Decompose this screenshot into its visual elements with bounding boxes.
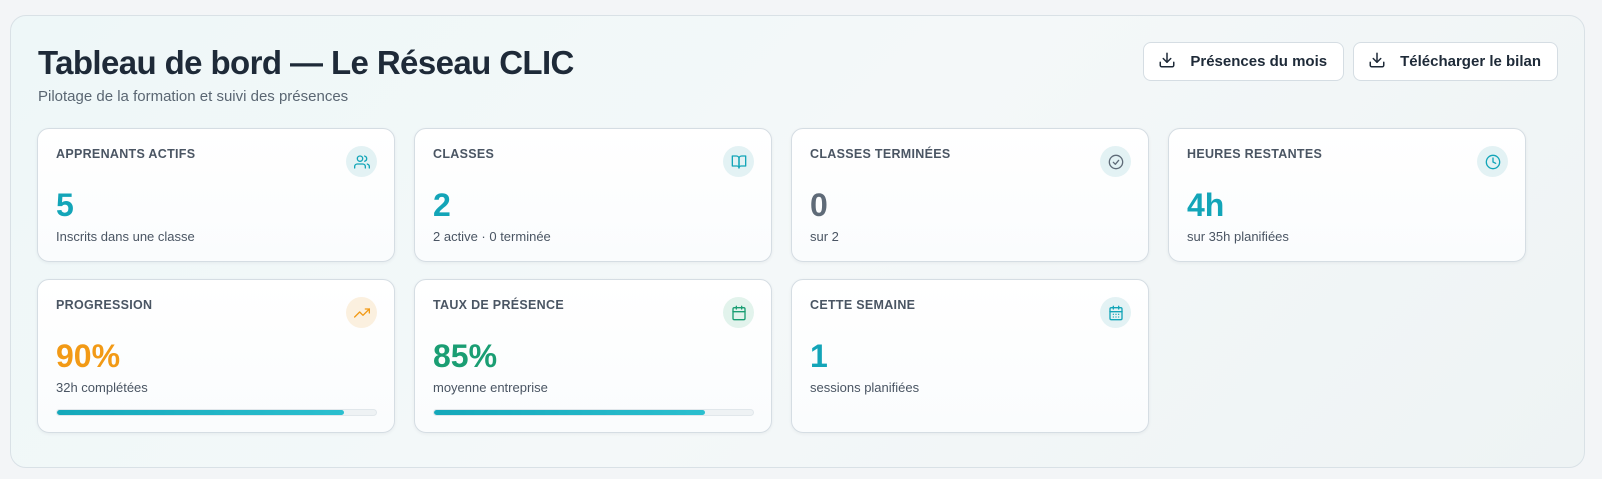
stat-card-classes: CLASSES 2 2 active · 0 terminée	[414, 128, 772, 262]
stat-card-value: 90%	[56, 338, 121, 374]
stat-card-value: 5	[56, 187, 74, 223]
attendance-month-button[interactable]: Présences du mois	[1143, 42, 1345, 81]
stat-card-label: CETTE SEMAINE	[810, 298, 916, 312]
stat-card-label: CLASSES	[433, 147, 495, 161]
stat-card-value: 0	[810, 187, 828, 223]
stat-card-active-learners: APPRENANTS ACTIFS 5 Inscrits dans une cl…	[37, 128, 395, 262]
stat-card-value: 4h	[1187, 187, 1225, 223]
stat-card-description: sur 35h planifiées	[1187, 229, 1289, 244]
stat-card-progression: PROGRESSION 90% 32h complétées	[37, 279, 395, 433]
download-report-label: Télécharger le bilan	[1400, 53, 1541, 70]
dashboard-panel: Tableau de bord — Le Réseau CLIC Pilotag…	[10, 15, 1585, 468]
stat-card-this-week: CETTE SEMAINE 1 sessions planifiées	[791, 279, 1149, 433]
stat-card-label: CLASSES TERMINÉES	[810, 147, 951, 161]
stat-card-description: sur 2	[810, 229, 839, 244]
stat-card-description: 32h complétées	[56, 380, 148, 395]
stat-card-label: PROGRESSION	[56, 298, 153, 312]
download-icon	[1158, 51, 1176, 73]
stat-card-description: moyenne entreprise	[433, 380, 548, 395]
stat-card-label: APPRENANTS ACTIFS	[56, 147, 196, 161]
clock-icon	[1477, 146, 1508, 177]
stat-card-label: HEURES RESTANTES	[1187, 147, 1323, 161]
stat-card-value: 2	[433, 187, 451, 223]
page-header: Tableau de bord — Le Réseau CLIC Pilotag…	[38, 43, 574, 105]
progress-bar	[433, 409, 754, 416]
stat-card-description: Inscrits dans une classe	[56, 229, 195, 244]
page-subtitle: Pilotage de la formation et suivi des pr…	[38, 88, 349, 105]
download-report-button[interactable]: Télécharger le bilan	[1353, 42, 1558, 81]
trending-up-icon	[346, 297, 377, 328]
page-title: Tableau de bord — Le Réseau CLIC	[38, 44, 574, 81]
book-open-icon	[723, 146, 754, 177]
stat-card-value: 1	[810, 338, 828, 374]
stats-grid: APPRENANTS ACTIFS 5 Inscrits dans une cl…	[37, 128, 1526, 433]
stat-card-description: sessions planifiées	[810, 380, 920, 395]
progress-bar	[56, 409, 377, 416]
stat-card-completed-classes: CLASSES TERMINÉES 0 sur 2	[791, 128, 1149, 262]
progress-fill	[434, 410, 706, 415]
header-actions: Présences du mois Télécharger le bilan	[1143, 42, 1558, 81]
check-circle-icon	[1100, 146, 1131, 177]
calendar-check-icon	[723, 297, 754, 328]
stat-card-label: TAUX DE PRÉSENCE	[433, 298, 564, 312]
progress-fill	[57, 410, 345, 415]
stat-card-description: 2 active · 0 terminée	[433, 229, 551, 244]
stat-card-value: 85%	[433, 338, 498, 374]
stat-card-attendance-rate: TAUX DE PRÉSENCE 85% moyenne entreprise	[414, 279, 772, 433]
calendar-icon	[1100, 297, 1131, 328]
stat-card-remaining-hours: HEURES RESTANTES 4h sur 35h planifiées	[1168, 128, 1526, 262]
users-icon	[346, 146, 377, 177]
download-icon	[1368, 51, 1386, 73]
attendance-month-label: Présences du mois	[1190, 53, 1328, 70]
